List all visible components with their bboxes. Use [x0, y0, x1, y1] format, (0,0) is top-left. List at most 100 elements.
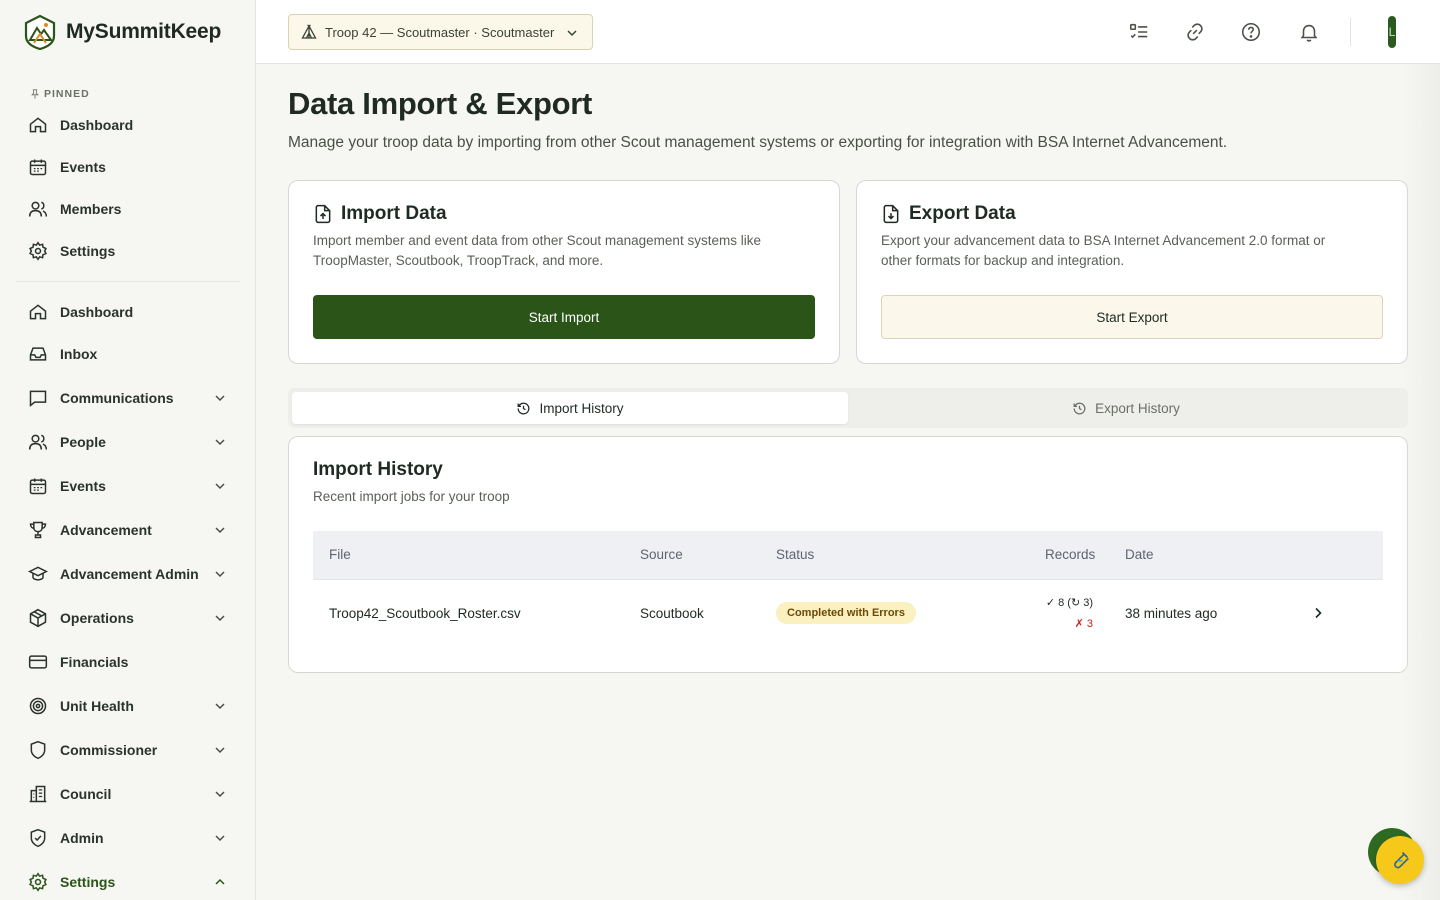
chevron-right-icon[interactable] — [1311, 606, 1325, 620]
row-source: Scoutbook — [640, 606, 704, 621]
row-file: Troop42_Scoutbook_Roster.csv — [329, 606, 521, 621]
import-card: Import Data Import member and event data… — [288, 180, 840, 364]
history-title: Import History — [313, 459, 443, 480]
import-card-description: Import member and event data from other … — [313, 233, 761, 268]
records-success: ✓ 8 (↻ 3) — [1045, 597, 1093, 609]
checklist-icon — [1129, 23, 1148, 39]
home-icon — [28, 115, 48, 135]
sidebar-divider — [16, 281, 240, 282]
sidebar-item-council[interactable]: Council — [16, 776, 240, 812]
chevron-down-icon — [215, 395, 225, 402]
main-content: Data Import & Export Manage your troop d… — [256, 64, 1440, 900]
tab-import-history[interactable]: Import History — [292, 392, 848, 424]
import-card-title: Import Data — [313, 203, 447, 225]
link-icon — [1187, 23, 1203, 41]
calendar-icon — [28, 157, 48, 177]
records-errors: ✗ 3 — [1074, 618, 1093, 630]
chevron-down-icon — [567, 30, 577, 37]
shield-icon — [28, 740, 48, 760]
chevron-down-icon — [215, 747, 225, 754]
column-header-records[interactable]: Records — [1045, 547, 1095, 562]
notifications-button[interactable] — [1297, 20, 1321, 44]
troop-selector[interactable]: Troop 42 — Scoutmaster · Scoutmaster — [288, 14, 593, 50]
column-header-date[interactable]: Date — [1125, 547, 1154, 562]
avatar[interactable]: L — [1388, 16, 1396, 48]
trophy-icon — [28, 520, 48, 540]
bell-icon — [1300, 24, 1318, 42]
sidebar-item-advancement-admin[interactable]: Advancement Admin — [16, 556, 240, 592]
checklist-button[interactable] — [1127, 20, 1151, 44]
chevron-down-icon — [215, 483, 225, 490]
header-separator — [1350, 18, 1351, 46]
sidebar-item-financials[interactable]: Financials — [16, 644, 240, 680]
chevron-down-icon — [215, 791, 225, 798]
building-icon — [28, 784, 48, 804]
sidebar-item-dashboard[interactable]: Dashboard — [16, 294, 240, 330]
sidebar-item-advancement[interactable]: Advancement — [16, 512, 240, 548]
pinned-item-settings[interactable]: Settings — [16, 233, 240, 269]
test-tube-fab[interactable] — [1376, 836, 1424, 884]
right-edge-shadow — [1400, 64, 1440, 900]
column-header-file[interactable]: File — [329, 547, 351, 562]
tent-icon — [301, 24, 317, 39]
column-header-source[interactable]: Source — [640, 547, 683, 562]
file-upload-icon — [315, 204, 331, 224]
pinned-item-events[interactable]: Events — [16, 149, 240, 185]
column-header-status[interactable]: Status — [776, 547, 814, 562]
sidebar-item-events[interactable]: Events — [16, 468, 240, 504]
troop-selector-label: Troop 42 — Scoutmaster · Scoutmaster — [325, 24, 555, 40]
chevron-down-icon — [215, 615, 225, 622]
history-subtitle: Recent import jobs for your troop — [313, 489, 510, 504]
export-card-title: Export Data — [881, 203, 1016, 225]
row-date: 38 minutes ago — [1125, 606, 1218, 621]
gear-icon — [28, 241, 48, 261]
page-description: Manage your troop data by importing from… — [288, 134, 1228, 151]
chevron-down-icon — [215, 527, 225, 534]
chevron-down-icon — [215, 439, 225, 446]
link-button[interactable] — [1183, 20, 1207, 44]
target-icon — [28, 696, 48, 716]
chevron-down-icon — [215, 703, 225, 710]
sidebar-item-people[interactable]: People — [16, 424, 240, 460]
sidebar-item-inbox[interactable]: Inbox — [16, 336, 240, 372]
sidebar-item-settings[interactable]: Settings — [16, 864, 240, 900]
gear-icon — [28, 872, 48, 892]
chevron-up-icon — [215, 878, 225, 885]
help-button[interactable] — [1239, 20, 1263, 44]
tab-export-history[interactable]: Export History — [848, 392, 1404, 424]
sidebar-item-commissioner[interactable]: Commissioner — [16, 732, 240, 768]
history-icon — [518, 402, 530, 414]
start-export-button[interactable]: Start Export — [881, 295, 1383, 339]
home-icon — [28, 302, 48, 322]
test-tube-icon — [1394, 851, 1409, 869]
table-row[interactable]: Troop42_Scoutbook_Roster.csv Scoutbook C… — [313, 580, 1383, 648]
brand-name: MySummitKeep — [66, 20, 222, 43]
history-tabs: Import History Export History — [288, 388, 1408, 428]
pinned-item-dashboard[interactable]: Dashboard — [16, 107, 240, 143]
calendar-icon — [28, 476, 48, 496]
brand[interactable]: MySummitKeep — [0, 0, 255, 64]
export-card: Export Data Export your advancement data… — [856, 180, 1408, 364]
page-title: Data Import & Export — [288, 86, 593, 121]
mountain-logo-icon — [24, 14, 56, 50]
sidebar-item-communications[interactable]: Communications — [16, 380, 240, 416]
file-download-icon — [883, 204, 899, 224]
pinned-item-members[interactable]: Members — [16, 191, 240, 227]
export-card-description: Export your advancement data to BSA Inte… — [881, 233, 1326, 268]
table-header: File Source Status Records Date — [313, 531, 1383, 580]
pin-icon — [31, 89, 39, 99]
help-icon — [1241, 22, 1261, 42]
box-icon — [28, 608, 48, 628]
sidebar-item-unit-health[interactable]: Unit Health — [16, 688, 240, 724]
users-icon — [28, 432, 48, 452]
message-icon — [28, 388, 48, 408]
shield-check-icon — [28, 828, 48, 848]
start-import-button[interactable]: Start Import — [313, 295, 815, 339]
status-badge: Completed with Errors — [776, 602, 916, 624]
pinned-section-label: PINNED — [0, 64, 255, 104]
sidebar-item-operations[interactable]: Operations — [16, 600, 240, 636]
inbox-icon — [28, 344, 48, 364]
history-icon — [1073, 402, 1086, 414]
sidebar-item-admin[interactable]: Admin — [16, 820, 240, 856]
credit-card-icon — [28, 652, 48, 672]
